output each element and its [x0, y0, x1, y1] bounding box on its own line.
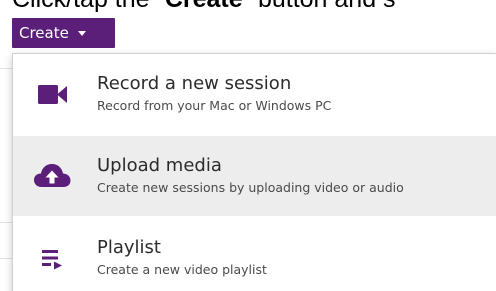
menu-item-title: Record a new session — [97, 73, 292, 94]
menu-item-title: Upload media — [97, 155, 222, 176]
menu-item-upload-media[interactable]: Upload media Create new sessions by uplo… — [13, 136, 496, 216]
menu-item-title: Playlist — [97, 237, 161, 258]
create-button[interactable]: Create — [12, 18, 115, 48]
cloud-upload-icon — [31, 155, 73, 197]
background-divider — [0, 258, 12, 259]
background-divider — [0, 68, 12, 69]
background-divider — [0, 222, 12, 223]
video-camera-icon — [31, 73, 73, 115]
create-button-label: Create — [19, 24, 69, 42]
create-dropdown-menu: Record a new session Record from your Ma… — [12, 53, 496, 291]
menu-item-playlist[interactable]: Playlist Create a new video playlist — [13, 218, 496, 291]
menu-item-record-session[interactable]: Record a new session Record from your Ma… — [13, 54, 496, 134]
page: Click/tap the “Create” button and s Crea… — [0, 0, 496, 291]
menu-item-subtitle: Create a new video playlist — [97, 262, 267, 277]
playlist-icon — [31, 237, 73, 279]
instruction-suffix: ” button and s — [243, 0, 396, 13]
instruction-prefix: Click/tap the “ — [12, 0, 165, 13]
instruction-bold: Create — [165, 0, 243, 13]
instruction-text: Click/tap the “Create” button and s — [12, 0, 396, 14]
menu-item-subtitle: Create new sessions by uploading video o… — [97, 180, 404, 195]
caret-down-icon — [77, 31, 86, 36]
menu-item-subtitle: Record from your Mac or Windows PC — [97, 98, 332, 113]
